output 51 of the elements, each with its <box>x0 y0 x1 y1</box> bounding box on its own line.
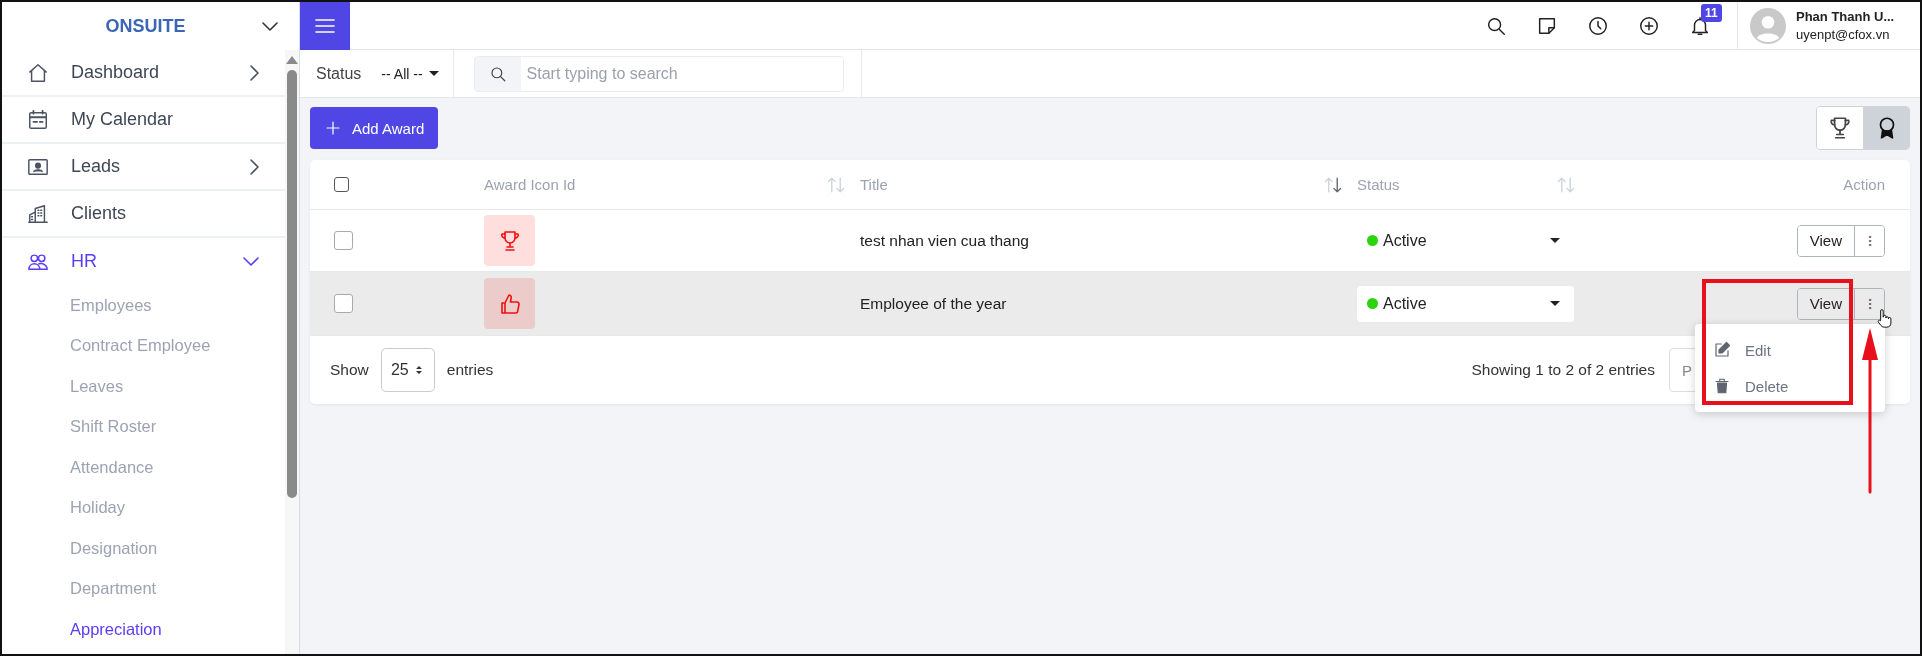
plus-icon <box>324 119 342 137</box>
notifications-button[interactable]: 11 <box>1674 5 1725 46</box>
caret-icon <box>1550 301 1560 306</box>
table-cell: Employee of the year <box>860 294 1007 313</box>
edit-icon <box>1713 341 1731 359</box>
checkbox[interactable] <box>334 231 353 250</box>
sort-descending-icon[interactable] <box>1325 176 1341 193</box>
chevron-right-icon[interactable] <box>250 64 259 81</box>
plus-circle-icon <box>1637 14 1660 37</box>
show-label: Show <box>330 361 369 379</box>
menu-item[interactable]: Delete <box>1695 368 1885 404</box>
status-dropdown[interactable]: Active <box>1357 285 1574 322</box>
chevron-down-icon[interactable] <box>243 257 259 266</box>
scrollbar-thumb[interactable] <box>287 70 297 498</box>
more-options-button[interactable] <box>1854 288 1884 319</box>
thumbs-up-icon <box>484 278 535 329</box>
status-filter-dropdown[interactable]: -- All -- <box>381 65 439 82</box>
home-icon <box>27 61 49 84</box>
chevron-down-icon[interactable] <box>262 22 278 31</box>
clock-icon <box>1586 14 1609 37</box>
logo-text: ONSUITE <box>105 15 186 37</box>
page-size-select[interactable]: 25 <box>380 348 435 392</box>
entries-info: Showing 1 to 2 of 2 entries <box>1471 361 1655 379</box>
trophy-icon <box>484 215 535 266</box>
table-row[interactable]: test nhan vien cua thang Active View <box>310 210 1910 272</box>
notification-badge: 11 <box>1701 3 1722 22</box>
buildings-icon <box>27 202 49 225</box>
add-award-button[interactable]: Add Award <box>310 107 439 149</box>
column-header: Action <box>1843 176 1885 193</box>
checkbox[interactable] <box>334 177 349 192</box>
filter-label: Status <box>316 64 362 83</box>
scrollbar[interactable] <box>285 50 299 654</box>
trophy-icon <box>1827 115 1853 141</box>
checkbox[interactable] <box>334 294 353 313</box>
menu-button[interactable] <box>300 2 350 50</box>
sidebar-subitem[interactable]: Appreciation <box>2 609 285 650</box>
calendar-icon <box>27 108 49 131</box>
view-toggle-button[interactable] <box>1817 107 1863 149</box>
chevron-right-icon[interactable] <box>250 158 259 175</box>
view-toggle-button[interactable] <box>1863 107 1909 149</box>
sidebar-item[interactable]: HR <box>2 238 285 285</box>
caret-icon <box>428 71 439 76</box>
table-cell: test nhan vien cua thang <box>860 231 1029 250</box>
entries-label: entries <box>446 361 494 379</box>
caret-icon <box>1550 238 1560 243</box>
search-icon <box>488 64 507 83</box>
trash-icon <box>1713 377 1731 395</box>
search-field[interactable]: Start typing to search <box>473 55 844 92</box>
user-name: Phan Thanh U... <box>1796 9 1896 24</box>
menu-item[interactable]: Edit <box>1695 332 1885 368</box>
user-email: uyenpt@cfox.vn <box>1796 27 1891 42</box>
